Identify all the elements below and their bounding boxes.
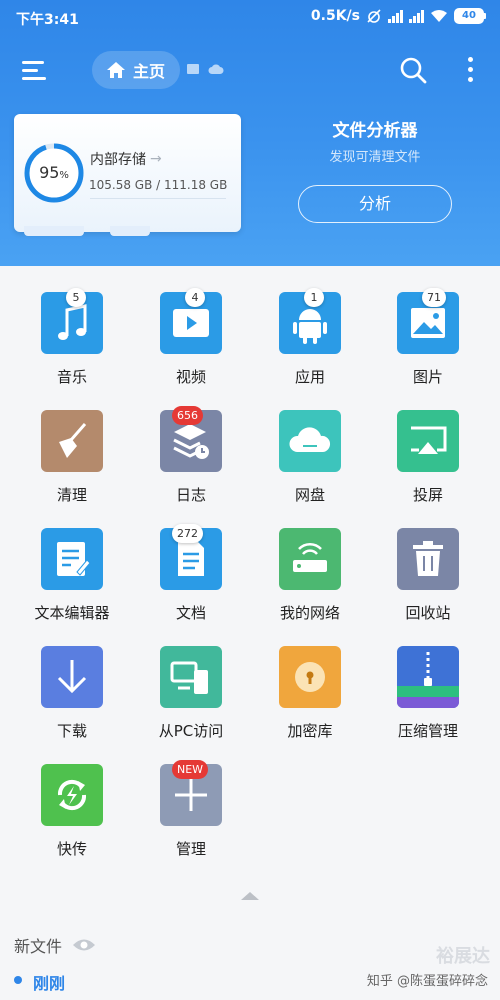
storage-percent: 95% — [39, 163, 69, 182]
app-label: 管理 — [175, 840, 206, 858]
app-video[interactable]: 4 视频 — [141, 280, 241, 390]
app-cloud[interactable]: 网盘 — [260, 398, 360, 508]
toolbar: 主页 — [0, 40, 500, 100]
app-android[interactable]: 1 应用 — [260, 280, 360, 390]
home-icon — [107, 62, 125, 78]
app-image[interactable]: 71 图片 — [378, 280, 478, 390]
app-lock[interactable]: 加密库 — [260, 634, 360, 744]
app-router[interactable]: 我的网络 — [260, 516, 360, 626]
app-transfer[interactable]: 快传 — [22, 752, 122, 862]
count-badge: 5 — [66, 288, 86, 307]
count-badge: 272 — [172, 524, 203, 543]
app-add[interactable]: NEW 管理 — [141, 752, 241, 862]
app-document[interactable]: 272 文档 — [141, 516, 241, 626]
transfer-icon — [41, 764, 103, 826]
download-icon — [41, 646, 103, 708]
divider — [90, 198, 226, 199]
storage-icon[interactable] — [186, 62, 200, 76]
analyze-button[interactable]: 分析 — [298, 185, 452, 223]
cloud-icon[interactable] — [208, 62, 224, 76]
count-badge: 1 — [304, 288, 324, 307]
search-icon[interactable] — [397, 54, 429, 86]
signal-hd-icon — [409, 9, 424, 23]
status-icons: 0.5K/s 40 — [311, 8, 486, 24]
internal-storage-card[interactable]: 95% 内部存储 → 105.58 GB / 111.18 GB — [14, 114, 241, 232]
app-music[interactable]: 5 音乐 — [22, 280, 122, 390]
app-label: 从PC访问 — [158, 722, 224, 740]
breadcrumb-extra — [186, 62, 224, 76]
app-label: 我的网络 — [279, 604, 340, 622]
recent-files-title: 新文件 — [14, 937, 63, 956]
arrow-right-icon: → — [150, 151, 162, 167]
eye-icon[interactable] — [72, 937, 96, 953]
analyzer-title: 文件分析器 — [332, 121, 418, 141]
timeline-dot — [14, 976, 22, 984]
lock-icon — [279, 646, 341, 708]
watermark-text: 知乎 @陈蛋蛋碎碎念 — [366, 974, 488, 989]
home-breadcrumb[interactable]: 主页 — [92, 51, 180, 89]
broom-icon — [41, 410, 103, 472]
menu-icon[interactable] — [18, 54, 52, 88]
app-label: 快传 — [56, 840, 87, 858]
recent-files-header: 新文件 — [14, 933, 96, 957]
app-label: 应用 — [294, 368, 325, 386]
app-broom[interactable]: 清理 — [22, 398, 122, 508]
trash-icon — [397, 528, 459, 590]
app-label: 清理 — [56, 486, 87, 504]
storage-title: 内部存储 → — [90, 151, 162, 168]
app-archive[interactable]: 压缩管理 — [378, 634, 478, 744]
app-pc-access[interactable]: 从PC访问 — [141, 634, 241, 744]
app-label: 文本编辑器 — [34, 604, 110, 622]
analyzer-subtitle: 发现可清理文件 — [329, 150, 421, 165]
collapse-arrow-icon[interactable] — [241, 892, 259, 900]
app-label: 投屏 — [412, 486, 443, 504]
network-speed: 0.5K/s — [310, 8, 360, 24]
app-label: 压缩管理 — [397, 722, 458, 740]
pc-access-icon — [160, 646, 222, 708]
app-cast[interactable]: 投屏 — [378, 398, 478, 508]
app-label: 加密库 — [287, 722, 333, 740]
router-icon — [279, 528, 341, 590]
card-tabs — [14, 222, 241, 236]
count-badge: 71 — [422, 288, 446, 307]
archive-icon — [397, 646, 459, 708]
cast-icon — [397, 410, 459, 472]
text-editor-icon — [41, 528, 103, 590]
app-label: 网盘 — [294, 486, 325, 504]
app-label: 视频 — [175, 368, 206, 386]
app-label: 图片 — [412, 368, 443, 386]
app-label: 日志 — [175, 486, 206, 504]
app-label: 文档 — [175, 604, 206, 622]
app-download[interactable]: 下载 — [22, 634, 122, 744]
app-log[interactable]: 656 日志 — [141, 398, 241, 508]
storage-size: 105.58 GB / 111.18 GB — [89, 178, 228, 192]
battery-icon: 40 — [454, 8, 486, 24]
more-options-icon[interactable] — [460, 54, 480, 86]
status-time: 下午3:41 — [16, 12, 79, 28]
wifi-icon — [431, 10, 447, 22]
app-text-editor[interactable]: 文本编辑器 — [22, 516, 122, 626]
mute-alarm-icon — [367, 9, 381, 23]
status-bar: 下午3:41 0.5K/s 40 — [0, 0, 500, 34]
recent-group-label: 刚刚 — [33, 974, 66, 993]
header: 下午3:41 0.5K/s 40 主页 95% 内部存储 → 105.58 GB… — [0, 0, 500, 266]
app-label: 回收站 — [405, 604, 451, 622]
count-badge: 656 — [172, 406, 203, 425]
count-badge: 4 — [185, 288, 205, 307]
watermark-logo: 裕展达 — [436, 946, 490, 967]
count-badge: NEW — [172, 760, 209, 779]
signal-icon — [388, 9, 403, 23]
app-trash[interactable]: 回收站 — [378, 516, 478, 626]
cloud-icon — [279, 410, 341, 472]
home-label: 主页 — [133, 62, 166, 81]
app-label: 下载 — [56, 722, 87, 740]
app-label: 音乐 — [56, 368, 87, 386]
